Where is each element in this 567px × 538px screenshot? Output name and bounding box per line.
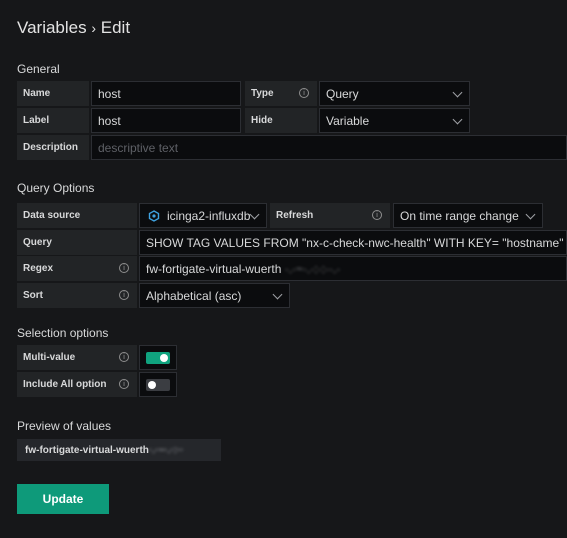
query-label: Query — [17, 230, 137, 255]
hide-select[interactable]: Variable — [319, 108, 470, 133]
redacted-text: ·.·~·.·:·· — [148, 444, 184, 456]
chevron-down-icon — [525, 209, 536, 220]
multivalue-toggle-box — [139, 345, 177, 370]
name-label: Name — [17, 81, 89, 106]
refresh-select[interactable]: On time range change — [393, 203, 543, 228]
label-label: Label — [17, 108, 89, 133]
includeall-toggle[interactable] — [146, 379, 170, 391]
breadcrumb-separator: › — [91, 20, 97, 36]
info-icon: i — [372, 210, 382, 220]
title-page: Edit — [100, 18, 131, 37]
refresh-label: Refresh i — [270, 203, 390, 228]
name-input[interactable]: host — [91, 81, 241, 106]
redacted-text: ·.·~·.·:·:··.· — [281, 261, 341, 276]
hide-select-value: Variable — [326, 113, 370, 128]
multivalue-toggle[interactable] — [146, 352, 170, 364]
regex-value: fw-fortigate-virtual-wuerth — [146, 261, 282, 276]
info-icon: i — [119, 263, 129, 273]
preview-heading: Preview of values — [17, 419, 112, 433]
info-icon: i — [299, 88, 309, 98]
regex-input[interactable]: fw-fortigate-virtual-wuerth ·.·~·.·:·:··… — [139, 256, 567, 281]
sort-label-text: Sort — [23, 290, 43, 301]
description-label: Description — [17, 135, 89, 160]
sort-select[interactable]: Alphabetical (asc) — [139, 283, 290, 308]
info-icon: i — [119, 379, 129, 389]
datasource-label: Data source — [17, 203, 137, 228]
type-select-value: Query — [326, 86, 359, 101]
hide-label: Hide — [245, 108, 317, 133]
general-heading: General — [17, 62, 60, 76]
includeall-label: Include All option i — [17, 372, 137, 397]
regex-label: Regex i — [17, 256, 137, 281]
chevron-down-icon — [452, 114, 463, 125]
includeall-toggle-box — [139, 372, 177, 397]
preview-value: fw-fortigate-virtual-wuerth — [25, 444, 149, 456]
datasource-select[interactable]: icinga2-influxdb — [139, 203, 267, 228]
query-options-heading: Query Options — [17, 181, 95, 195]
datasource-value: icinga2-influxdb — [167, 208, 251, 223]
chevron-down-icon — [452, 87, 463, 98]
multivalue-label-text: Multi-value — [23, 352, 76, 363]
update-button[interactable]: Update — [17, 484, 109, 514]
info-icon: i — [119, 290, 129, 300]
type-label-text: Type — [251, 88, 274, 99]
influxdb-icon — [148, 209, 160, 222]
title-main: Variables — [17, 18, 87, 37]
description-input[interactable]: descriptive text — [91, 135, 567, 160]
regex-label-text: Regex — [23, 263, 54, 274]
label-input[interactable]: host — [91, 108, 241, 133]
type-label: Type i — [245, 81, 317, 106]
info-icon: i — [119, 352, 129, 362]
chevron-down-icon — [249, 209, 260, 220]
preview-value-tag: fw-fortigate-virtual-wuerth ·.·~·.·:·· — [17, 439, 221, 461]
query-input[interactable]: SHOW TAG VALUES FROM "nx-c-check-nwc-hea… — [139, 230, 567, 255]
refresh-label-text: Refresh — [276, 210, 314, 221]
refresh-select-value: On time range change — [400, 208, 519, 223]
includeall-label-text: Include All option — [23, 379, 107, 390]
type-select[interactable]: Query — [319, 81, 470, 106]
toggle-knob — [160, 354, 168, 362]
chevron-down-icon — [272, 289, 283, 300]
multivalue-label: Multi-value i — [17, 345, 137, 370]
page-title: Variables › Edit — [17, 18, 130, 38]
selection-options-heading: Selection options — [17, 326, 109, 340]
toggle-knob — [148, 381, 156, 389]
sort-select-value: Alphabetical (asc) — [146, 288, 242, 303]
sort-label: Sort i — [17, 283, 137, 308]
